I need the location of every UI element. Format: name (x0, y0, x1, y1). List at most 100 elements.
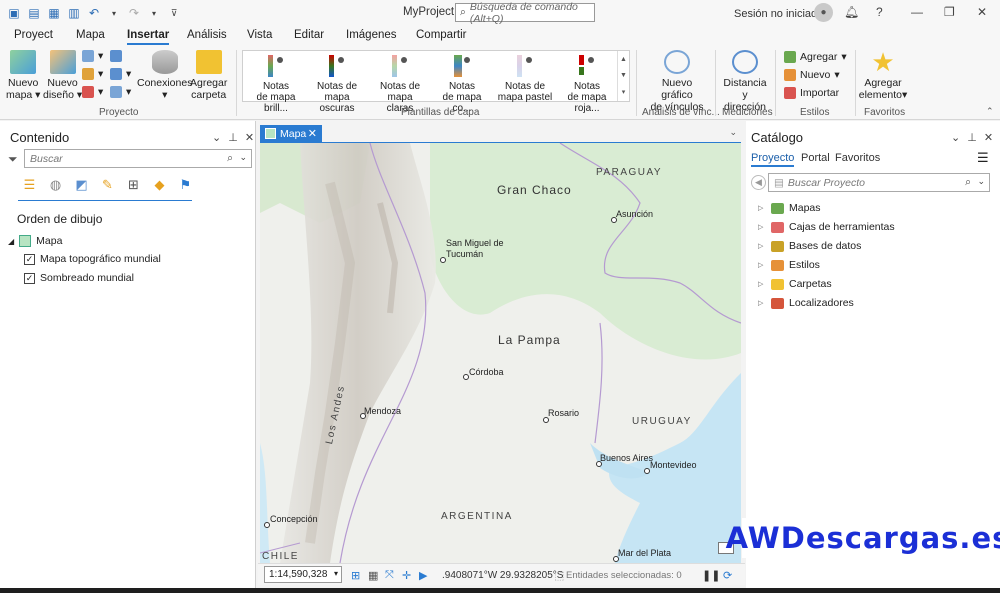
contents-search-input[interactable]: Buscar ⌕ ⌄ (24, 149, 252, 168)
catalog-search-input[interactable]: ▤ Buscar Proyecto ⌕ ⌄ (768, 173, 990, 192)
tab-insertar[interactable]: Insertar (127, 29, 170, 45)
search-icon[interactable]: ⌕ (965, 176, 971, 189)
add-style-button[interactable]: Agregar ▾ (784, 51, 847, 63)
map-canvas[interactable]: PARAGUAY Gran Chaco Asunción San Miguel … (260, 143, 741, 563)
close-tab-icon[interactable]: ✕ (308, 127, 317, 140)
template-notes-dark[interactable]: Notas de mapa oscuras (307, 53, 367, 114)
filter-icon[interactable]: ⏷ (8, 152, 18, 167)
new-style-button[interactable]: Nuevo ▾ (784, 69, 840, 81)
new-map-button[interactable]: Nuevo mapa ▾ (6, 50, 40, 101)
template-notes-red[interactable]: Notas de mapa roja... (557, 53, 617, 114)
undo-icon[interactable]: ↶ (86, 5, 102, 21)
undo-dropdown-icon[interactable]: ▾ (106, 5, 122, 21)
chevron-up-icon[interactable]: ▲ (620, 56, 627, 63)
expand-arrow-icon[interactable]: ▷ (758, 204, 766, 212)
connections-button[interactable]: Conexiones ▾ (137, 50, 192, 101)
grid-icon[interactable]: ▦ (368, 569, 378, 582)
scale-dropdown-icon[interactable]: ▾ (334, 569, 338, 578)
template-notes-light[interactable]: Notas de mapa claras (373, 53, 427, 114)
catalog-item-styles[interactable]: ▷ Estilos (758, 259, 820, 271)
pause-drawing-icon[interactable]: ❚❚ (702, 569, 720, 582)
search-dropdown-icon[interactable]: ⌄ (239, 152, 247, 163)
distance-direction-button[interactable]: Distancia y dirección (720, 50, 770, 113)
expand-arrow-icon[interactable]: ▷ (758, 223, 766, 231)
pane-menu-icon[interactable]: ⌄ (212, 131, 221, 144)
collapse-ribbon-icon[interactable]: ⌃ (986, 106, 994, 117)
close-pane-icon[interactable]: ✕ (245, 131, 254, 144)
search-dropdown-icon[interactable]: ⌄ (977, 176, 985, 187)
task-button[interactable] (110, 50, 122, 62)
expand-arrow-icon[interactable]: ▷ (758, 261, 766, 269)
add-item-button[interactable]: ★ Agregar elemento▾ (857, 49, 909, 101)
navigate-icon[interactable]: ▶ (419, 569, 427, 582)
tab-vista[interactable]: Vista (247, 29, 272, 41)
redo-icon[interactable]: ↷ (126, 5, 142, 21)
fixed-zoom-icon[interactable]: ⊞ (351, 569, 360, 582)
perspective-icon[interactable]: ⚑ (176, 175, 195, 194)
help-button[interactable]: ? (876, 5, 883, 19)
close-icon[interactable]: ✕ (977, 5, 987, 19)
catalog-item-databases[interactable]: ▷ Bases de datos (758, 240, 861, 252)
back-icon[interactable]: ◀ (751, 175, 766, 190)
coordinate-icon[interactable]: ✛ (402, 569, 411, 582)
layer-row[interactable]: ✓ Sombreado mundial (24, 272, 134, 284)
chart-button[interactable]: ▾ (82, 68, 103, 80)
user-avatar-icon[interactable]: ● (814, 3, 833, 22)
catalog-tab-portal[interactable]: Portal (801, 152, 830, 164)
tree-map-node[interactable]: ◢ Mapa (8, 235, 62, 247)
data-source-icon[interactable]: ◍ (46, 175, 65, 194)
layer-checkbox[interactable]: ✓ (24, 272, 35, 284)
expand-arrow-icon[interactable]: ▷ (758, 280, 766, 288)
collapse-arrow-icon[interactable]: ◢ (8, 237, 14, 246)
customize-qat-icon[interactable]: ⊽ (166, 5, 182, 21)
save-icon[interactable]: ▦ (46, 5, 62, 21)
command-search-input[interactable]: ⌕ Búsqueda de comando (Alt+Q) (455, 1, 595, 25)
editing-icon[interactable]: ✎ (98, 175, 117, 194)
maximize-icon[interactable]: ❐ (944, 5, 955, 19)
tab-proyect[interactable]: Proyect (14, 29, 53, 41)
tab-analisis[interactable]: Análisis (187, 29, 227, 41)
signin-status[interactable]: Sesión no iniciada (734, 8, 823, 20)
gallery-more-icon[interactable]: ▾ (622, 88, 626, 96)
chevron-down-icon[interactable]: ▼ (620, 72, 627, 79)
minimize-icon[interactable]: — (911, 5, 923, 19)
catalog-item-locators[interactable]: ▷ Localizadores (758, 297, 854, 309)
template-notes-color[interactable]: Notas de mapa co... (433, 53, 491, 114)
add-folder-button[interactable]: Agregar carpeta (190, 50, 227, 101)
notification-bell-icon[interactable]: 🔔︎ (844, 5, 859, 19)
drawing-order-icon[interactable]: ☰ (20, 175, 39, 194)
template-notes-bright[interactable]: Notas de mapa brill... (245, 53, 307, 114)
open-project-icon[interactable]: ▤ (26, 5, 42, 21)
new-layout-button[interactable]: Nuevo diseño ▾ (43, 50, 82, 101)
notebook-button[interactable]: ▾ (110, 68, 131, 80)
tab-editar[interactable]: Editar (294, 29, 324, 41)
selection-icon[interactable]: ◩ (72, 175, 91, 194)
views-dropdown-icon[interactable]: ⌄ (729, 127, 737, 138)
pane-menu-icon[interactable]: ⌄ (951, 131, 960, 144)
labeling-icon[interactable]: ◆ (150, 175, 169, 194)
catalog-item-folders[interactable]: ▷ Carpetas (758, 278, 832, 290)
catalog-item-maps[interactable]: ▷ Mapas (758, 202, 821, 214)
pin-icon[interactable]: ⊥ (967, 131, 977, 144)
scale-selector[interactable]: 1:14,590,328 ▾ (264, 566, 342, 583)
catalog-tab-project[interactable]: Proyecto (751, 152, 795, 167)
hamburger-menu-icon[interactable]: ☰ (977, 150, 989, 166)
tab-compartir[interactable]: Compartir (416, 29, 466, 41)
print-icon[interactable]: ▥ (66, 5, 82, 21)
expand-arrow-icon[interactable]: ▷ (758, 242, 766, 250)
new-link-chart-button[interactable]: Nuevo gráfico de vínculos (645, 50, 709, 113)
pin-icon[interactable]: ⊥ (228, 131, 238, 144)
snapping-icon[interactable]: ⊞ (124, 175, 143, 194)
import-style-button[interactable]: Importar (784, 87, 839, 99)
tab-mapa[interactable]: Mapa (76, 29, 105, 41)
layer-row[interactable]: ✓ Mapa topográfico mundial (24, 253, 161, 265)
search-icon[interactable]: ⌕ (227, 152, 233, 165)
catalog-tab-favorites[interactable]: Favoritos (835, 152, 880, 164)
expand-arrow-icon[interactable]: ▷ (758, 299, 766, 307)
gallery-scroll[interactable]: ▲ ▼ ▾ (617, 51, 629, 101)
catalog-item-toolboxes[interactable]: ▷ Cajas de herramientas (758, 221, 895, 233)
toolbox-button[interactable]: ▾ (82, 86, 103, 98)
template-notes-pastel[interactable]: Notas de mapa pastel (497, 53, 553, 103)
layer-checkbox[interactable]: ✓ (24, 253, 35, 265)
new-project-icon[interactable]: ▣ (6, 5, 22, 21)
